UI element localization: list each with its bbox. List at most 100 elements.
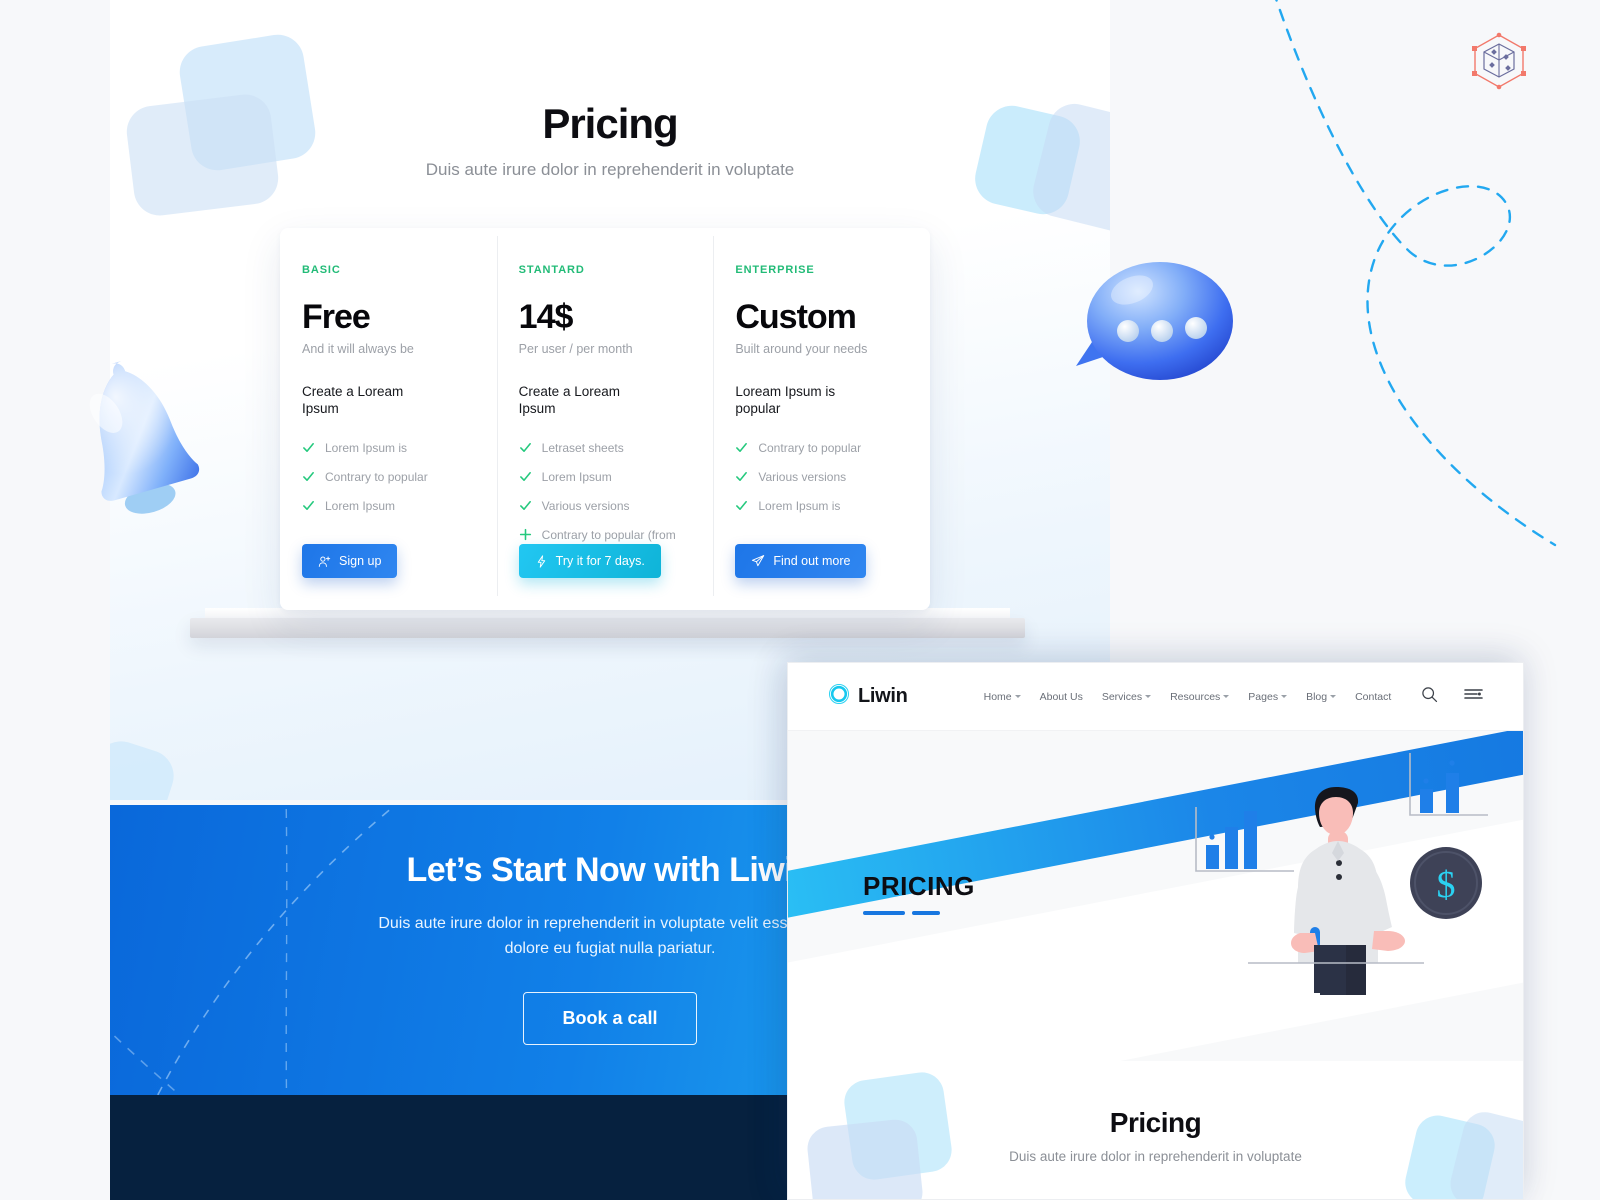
nav-item-blog[interactable]: Blog <box>1306 690 1337 703</box>
feature-label: Contrary to popular <box>325 469 428 484</box>
lightning-bolt-icon <box>535 554 548 568</box>
find-out-more-button-label: Find out more <box>773 554 851 568</box>
plan-price: Free <box>302 298 371 336</box>
underline-segment <box>863 911 905 915</box>
nav-item-label: Contact <box>1355 690 1392 703</box>
site-brand-name: Liwin <box>858 685 908 707</box>
feature-label: Letraset sheets <box>541 440 624 455</box>
browser-bottom-section: Pricing Duis aute irure dolor in reprehe… <box>788 1061 1523 1199</box>
nav-item-pages[interactable]: Pages <box>1248 690 1288 703</box>
plan-column-basic: BASIC Free And it will always be Create … <box>280 228 497 610</box>
feature-item: Lorem Ipsum is <box>735 498 908 514</box>
feature-label: Contrary to popular <box>758 440 862 455</box>
feature-item: Contrary to popular <box>302 469 475 485</box>
browser-window: Liwin Home About Us Services Resources P… <box>787 662 1524 1200</box>
bar-chart-right <box>1409 753 1488 816</box>
plan-feature-list: Contrary to popular Various versions Lor… <box>735 440 908 515</box>
check-icon <box>735 441 748 454</box>
businessman-illustration: $ <box>1188 745 1488 995</box>
sign-up-button-label: Sign up <box>339 554 382 568</box>
cube-hexagon-logo-icon <box>1468 30 1530 92</box>
feature-label: Lorem Ipsum <box>541 469 612 484</box>
nav-item-services[interactable]: Services <box>1101 690 1152 703</box>
plus-icon <box>519 528 532 541</box>
browser-hero-title: PRICING <box>863 871 975 901</box>
laptop-base <box>190 618 1025 638</box>
check-icon <box>735 470 748 483</box>
find-out-more-button[interactable]: Find out more <box>735 544 867 578</box>
feature-label: Lorem Ipsum is <box>325 440 408 455</box>
nav-item-resources[interactable]: Resources <box>1170 690 1230 703</box>
pricing-card: BASIC Free And it will always be Create … <box>280 228 930 610</box>
plan-price: Custom <box>735 298 857 336</box>
nav-item-about-us[interactable]: About Us <box>1040 691 1083 703</box>
check-icon <box>302 441 315 454</box>
site-logo[interactable]: Liwin <box>828 683 908 710</box>
coin-symbol: $ <box>1437 864 1456 906</box>
feature-label: Lorem Ipsum is <box>758 499 841 514</box>
plan-headline: Loream Ipsum is popular <box>735 384 836 416</box>
plan-tag: STANTARD <box>518 264 585 276</box>
feature-item: Lorem Ipsum <box>302 498 475 514</box>
sign-up-button[interactable]: Sign up <box>302 544 398 578</box>
chevron-down-icon <box>1281 695 1288 698</box>
notification-bell-3d-icon <box>55 345 210 525</box>
plan-column-stantard: STANTARD 14$ Per user / per month Create… <box>496 228 714 610</box>
chevron-down-icon <box>1014 695 1021 698</box>
dashed-swirl-decoration <box>1225 0 1600 550</box>
nav-item-label: Resources <box>1170 690 1221 703</box>
book-a-call-button[interactable]: Book a call <box>523 991 697 1045</box>
plan-tag: BASIC <box>302 264 341 276</box>
check-icon <box>302 499 315 512</box>
nav-item-home[interactable]: Home <box>984 691 1021 703</box>
chevron-down-icon <box>1145 695 1152 698</box>
menu-icon[interactable] <box>1464 687 1483 706</box>
plan-tag: ENTERPRISE <box>735 264 815 276</box>
check-icon <box>735 499 748 512</box>
feature-item: Letraset sheets <box>519 440 692 456</box>
feature-item: Lorem Ipsum <box>519 469 692 485</box>
page-subtitle: Duis aute irure dolor in reprehenderit i… <box>425 160 795 179</box>
plan-headline: Create a Loream Ipsum <box>518 384 620 416</box>
nav-item-label: About Us <box>1039 690 1083 703</box>
feature-item: Various versions <box>519 498 692 514</box>
plan-feature-list: Letraset sheets Lorem Ipsum Various vers… <box>519 440 692 560</box>
plan-note: Per user / per month <box>518 342 633 356</box>
plan-headline: Create a Loream Ipsum <box>302 384 404 416</box>
feature-label: Various versions <box>758 469 847 484</box>
nav-item-label: Services <box>1101 690 1143 703</box>
try-free-button-label: Try it for 7 days. <box>555 554 645 568</box>
check-icon <box>519 470 532 483</box>
paper-plane-icon <box>751 554 765 568</box>
check-icon <box>519 441 532 454</box>
feature-label: Lorem Ipsum <box>325 499 396 514</box>
browser-hero: PRICING $ <box>788 731 1523 1061</box>
dollar-coin-icon: $ <box>1410 847 1482 919</box>
feature-item: Various versions <box>735 469 908 485</box>
check-icon <box>519 499 532 512</box>
try-free-button[interactable]: Try it for 7 days. <box>518 544 661 578</box>
liwin-ring-icon <box>828 683 850 710</box>
user-plus-icon <box>318 555 331 568</box>
site-menu: Home About Us Services Resources Pages B… <box>984 691 1392 703</box>
plan-note: And it will always be <box>302 342 414 356</box>
chevron-down-icon <box>1330 695 1337 698</box>
nav-item-label: Blog <box>1306 690 1328 703</box>
browser-bottom-title: Pricing <box>1109 1107 1202 1138</box>
title-underline <box>863 911 940 915</box>
chevron-down-icon <box>1223 695 1230 698</box>
nav-item-label: Home <box>983 690 1012 703</box>
check-icon <box>302 470 315 483</box>
feature-item: Lorem Ipsum is <box>302 440 475 456</box>
feature-item: Contrary to popular <box>735 440 908 456</box>
search-icon[interactable] <box>1421 686 1438 708</box>
hero-heading-group: Pricing Duis aute irure dolor in reprehe… <box>110 100 1110 180</box>
bar-chart-left <box>1195 807 1294 872</box>
site-navbar: Liwin Home About Us Services Resources P… <box>788 663 1523 731</box>
decorative-square-5 <box>110 734 181 800</box>
plan-price: 14$ <box>518 298 574 336</box>
browser-bottom-subtitle: Duis aute irure dolor in reprehenderit i… <box>1009 1149 1302 1164</box>
nav-item-label: Pages <box>1248 690 1279 703</box>
nav-item-contact[interactable]: Contact <box>1355 691 1391 703</box>
navbar-actions <box>1421 686 1483 708</box>
